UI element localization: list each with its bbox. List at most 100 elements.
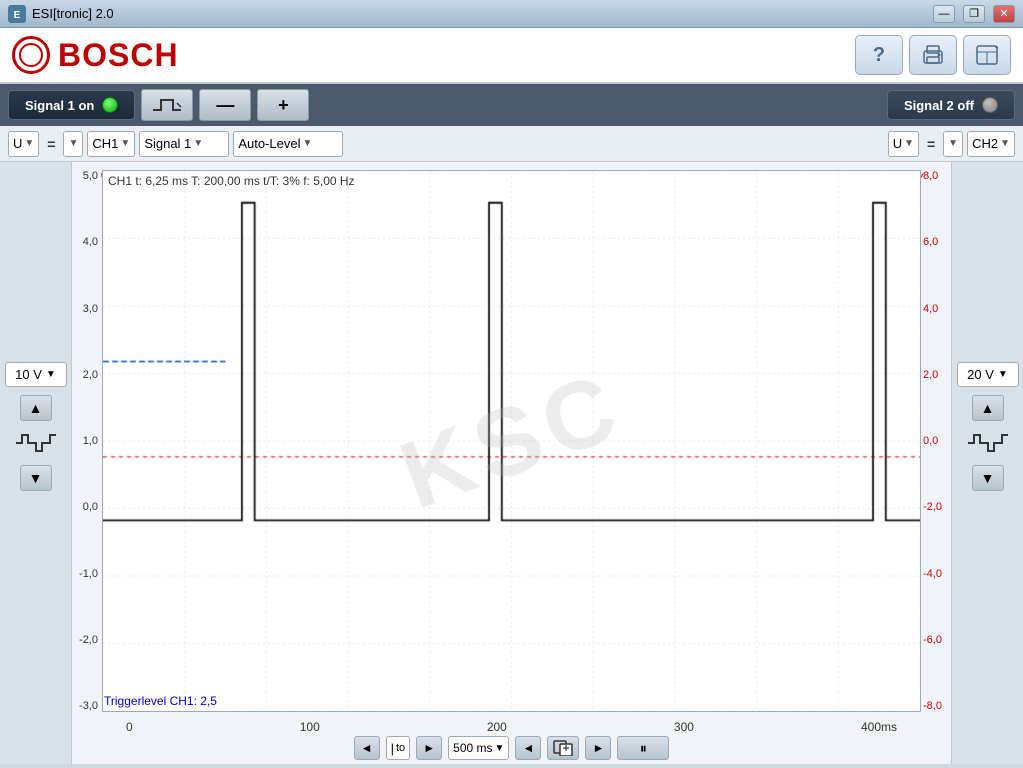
- ch2-volt-arrow: ▼: [998, 369, 1008, 380]
- signal1-button[interactable]: Signal 1 on: [8, 90, 135, 120]
- channel-row: U ▼ = ▼ CH1 ▼ Signal 1 ▼ Auto-Level ▼ U …: [0, 126, 1023, 162]
- time-position-control[interactable]: | to: [386, 736, 411, 760]
- ch1-down-button[interactable]: ▼: [20, 465, 52, 491]
- time-200: 200: [487, 720, 507, 734]
- print-icon: [922, 45, 944, 65]
- ch2-unit-select[interactable]: U ▼: [888, 131, 919, 157]
- time-window-select[interactable]: 500 ms ▼: [448, 736, 509, 760]
- minus-button[interactable]: —: [199, 89, 251, 121]
- bosch-circle-inner-icon: [19, 43, 43, 67]
- y-left-n3: -3,0: [78, 700, 98, 712]
- header-buttons: ? +: [855, 35, 1011, 75]
- y-right-4: 4,0: [923, 303, 945, 315]
- y-left-2: 2,0: [78, 369, 98, 381]
- header: BOSCH ? +: [0, 28, 1023, 84]
- signal2-indicator: [982, 97, 998, 113]
- print-button[interactable]: [909, 35, 957, 75]
- ch2-volt-select[interactable]: 20 V ▼: [957, 362, 1019, 387]
- close-button[interactable]: ✕: [993, 5, 1015, 23]
- y-left-n1: -1,0: [78, 568, 98, 580]
- ch2-up-icon: ▲: [981, 400, 995, 416]
- signal1-select-label: Signal 1: [144, 136, 191, 151]
- time-window-arrow: ▼: [495, 743, 505, 754]
- help-button[interactable]: ?: [855, 35, 903, 75]
- plus-button[interactable]: +: [257, 89, 309, 121]
- brand-name: BOSCH: [58, 37, 179, 74]
- trigger-button[interactable]: [141, 89, 193, 121]
- ch1-volt-arrow: ▼: [46, 369, 56, 380]
- nav-left-button[interactable]: ◄: [354, 736, 380, 760]
- y-left-1: 1,0: [78, 435, 98, 447]
- y-right-n6: -6,0: [923, 634, 945, 646]
- app-title: ESI[tronic] 2.0: [32, 6, 114, 21]
- maximize-button[interactable]: ❐: [963, 5, 985, 23]
- svg-text:E: E: [14, 10, 21, 21]
- right-controls: 20 V ▼ ▲ ▼: [951, 162, 1023, 764]
- ch1-unit-select[interactable]: U ▼: [8, 131, 39, 157]
- ch2-volt-label: 20 V: [967, 367, 994, 382]
- signal1-indicator: [102, 97, 118, 113]
- level-arrow: ▼: [302, 138, 312, 149]
- left-controls: 10 V ▼ ▲ ▼: [0, 162, 72, 764]
- nav-right-button[interactable]: ►: [416, 736, 442, 760]
- ch1-up-icon: ▲: [29, 400, 43, 416]
- ch1-down-icon: ▼: [29, 470, 43, 486]
- signal2-button[interactable]: Signal 2 off: [887, 90, 1015, 120]
- oscilloscope-canvas: [103, 171, 920, 711]
- y-right-n4: -4,0: [923, 568, 945, 580]
- ch2-select[interactable]: CH2 ▼: [967, 131, 1015, 157]
- y-left-3: 3,0: [78, 303, 98, 315]
- chart-info: CH1 t: 6,25 ms T: 200,00 ms t/T: 3% f: 5…: [108, 174, 355, 188]
- time-axis: 0 100 200 300 400ms: [96, 720, 927, 734]
- ch2-wave-icon: [964, 429, 1012, 457]
- time-window-label: 500 ms: [453, 741, 492, 755]
- y-right-0: 0,0: [923, 435, 945, 447]
- ch2-up-button[interactable]: ▲: [972, 395, 1004, 421]
- to-label: to: [396, 742, 405, 754]
- bottom-controls: ◄ | to ► 500 ms ▼ ◄ ► ⏸: [96, 736, 927, 760]
- oscilloscope-chart: KSC: [102, 170, 921, 712]
- signal1-label: Signal 1 on: [25, 98, 94, 113]
- y-right-n8: -8,0: [923, 700, 945, 712]
- time-400: 400ms: [861, 720, 897, 734]
- ch1-volt-select[interactable]: 10 V ▼: [5, 362, 67, 387]
- ch2-eq-arrow-select[interactable]: ▼: [943, 131, 963, 157]
- ch1-volt-label: 10 V: [15, 367, 42, 382]
- ch1-eq-arrow-select[interactable]: ▼: [63, 131, 83, 157]
- copy-icon: [553, 740, 573, 756]
- copy-left-button[interactable]: ◄: [515, 736, 541, 760]
- y-left-n2: -2,0: [78, 634, 98, 646]
- minimize-button[interactable]: —: [933, 5, 955, 23]
- copy-button[interactable]: [547, 736, 579, 760]
- time-0: 0: [126, 720, 133, 734]
- svg-text:+: +: [995, 45, 998, 52]
- help-icon: ?: [873, 44, 885, 67]
- pause-button[interactable]: ⏸: [617, 736, 669, 760]
- ch1-select[interactable]: CH1 ▼: [87, 131, 135, 157]
- ch2-down-icon: ▼: [981, 470, 995, 486]
- ch2-down-button[interactable]: ▼: [972, 465, 1004, 491]
- ch1-unit-label: U: [13, 136, 22, 151]
- ch1-wave-icon: [12, 429, 60, 457]
- y-left-5: 5,0: [78, 170, 98, 182]
- signal1-select[interactable]: Signal 1 ▼: [139, 131, 229, 157]
- y-axis-right: 8,0 6,0 4,0 2,0 0,0 -2,0 -4,0 -6,0 -8,0: [923, 170, 945, 712]
- app-icon: E: [8, 5, 26, 23]
- ch2-arrow: ▼: [1000, 138, 1010, 149]
- ch2-eq-arrow: ▼: [948, 138, 958, 149]
- title-bar: E ESI[tronic] 2.0 — ❐ ✕: [0, 0, 1023, 28]
- layout-button[interactable]: +: [963, 35, 1011, 75]
- y-left-0: 0,0: [78, 501, 98, 513]
- signal2-label: Signal 2 off: [904, 98, 974, 113]
- ch1-eq: =: [43, 136, 59, 152]
- bosch-logo: BOSCH: [12, 36, 179, 74]
- ch1-eq-arrow: ▼: [68, 138, 78, 149]
- pause-icon: ⏸: [640, 740, 647, 757]
- y-right-n2: -2,0: [923, 501, 945, 513]
- line-icon: |: [391, 741, 394, 756]
- trigger-icon: [151, 95, 183, 115]
- ch2-label: CH2: [972, 136, 998, 151]
- ch1-up-button[interactable]: ▲: [20, 395, 52, 421]
- level-select[interactable]: Auto-Level ▼: [233, 131, 343, 157]
- copy-right-button[interactable]: ►: [585, 736, 611, 760]
